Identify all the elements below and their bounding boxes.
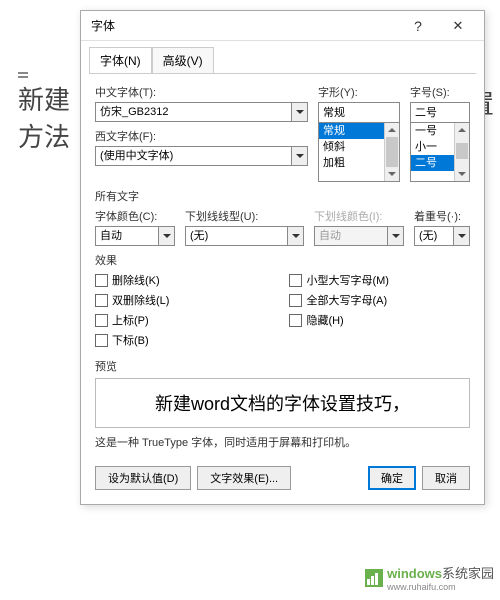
style-input[interactable] <box>318 102 400 122</box>
emphasis-value: (无) <box>415 227 453 245</box>
tab-advanced-label: 高级(V) <box>163 54 203 68</box>
titlebar: 字体 ? ✕ <box>81 11 484 41</box>
checkbox-box <box>95 334 108 347</box>
chevron-down-icon[interactable] <box>453 227 469 245</box>
ok-button[interactable]: 确定 <box>368 466 416 490</box>
ok-label: 确定 <box>381 470 403 486</box>
chevron-down-icon[interactable] <box>291 103 307 121</box>
font-section: 中文字体(T): 仿宋_GB2312 西文字体(F): (使用中文字体) 字形(… <box>81 74 484 456</box>
west-font-combo[interactable]: (使用中文字体) <box>95 146 308 166</box>
hidden-label: 隐藏(H) <box>306 312 343 328</box>
cn-font-value: 仿宋_GB2312 <box>96 103 291 121</box>
checkbox-box <box>289 294 302 307</box>
size-value[interactable] <box>411 103 500 122</box>
all-text-label: 所有文字 <box>95 188 470 204</box>
subscript-label: 下标(B) <box>112 332 149 348</box>
help-button[interactable]: ? <box>398 12 438 40</box>
tab-bar: 字体(N) 高级(V) <box>81 41 484 73</box>
watermark-brand: windows <box>387 566 442 581</box>
scroll-thumb[interactable] <box>386 137 398 167</box>
font-color-combo[interactable]: 自动 <box>95 226 175 246</box>
close-button[interactable]: ✕ <box>438 12 478 40</box>
underline-color-label: 下划线颜色(I): <box>314 208 404 224</box>
scrollbar[interactable] <box>454 123 469 181</box>
all-caps-label: 全部大写字母(A) <box>306 292 387 308</box>
underline-label: 下划线线型(U): <box>185 208 304 224</box>
watermark-url: www.ruhaifu.com <box>387 582 494 592</box>
superscript-checkbox[interactable]: 上标(P) <box>95 312 169 328</box>
cn-font-label: 中文字体(T): <box>95 84 308 100</box>
effects-label: 效果 <box>95 252 470 268</box>
dialog-footer: 设为默认值(D) 文字效果(E)... 确定 取消 <box>81 456 484 504</box>
text-effects-button[interactable]: 文字效果(E)... <box>197 466 291 490</box>
document-background-text: 新建 方法 <box>18 82 70 157</box>
scrollbar[interactable] <box>384 123 399 181</box>
cancel-label: 取消 <box>435 470 457 486</box>
tab-advanced[interactable]: 高级(V) <box>152 47 214 73</box>
dbl-strike-checkbox[interactable]: 双删除线(L) <box>95 292 169 308</box>
scroll-up-icon[interactable] <box>385 123 399 137</box>
watermark: windows系统家园 www.ruhaifu.com <box>365 563 494 592</box>
checkbox-box <box>95 314 108 327</box>
chevron-down-icon[interactable] <box>291 147 307 165</box>
style-listbox[interactable]: 常规 倾斜 加粗 <box>318 122 400 182</box>
underline-value: (无) <box>186 227 287 245</box>
all-caps-checkbox[interactable]: 全部大写字母(A) <box>289 292 389 308</box>
strike-checkbox[interactable]: 删除线(K) <box>95 272 169 288</box>
emphasis-label: 着重号(·): <box>414 208 470 224</box>
size-listbox[interactable]: 一号 小一 二号 <box>410 122 470 182</box>
size-input[interactable] <box>410 102 470 122</box>
checkbox-box <box>95 294 108 307</box>
chevron-down-icon[interactable] <box>287 227 303 245</box>
subscript-checkbox[interactable]: 下标(B) <box>95 332 169 348</box>
preview-box: 新建word文档的字体设置技巧， <box>95 378 470 428</box>
superscript-label: 上标(P) <box>112 312 149 328</box>
style-label: 字形(Y): <box>318 84 400 100</box>
font-dialog: 字体 ? ✕ 字体(N) 高级(V) 中文字体(T): 仿宋_GB2312 西文… <box>80 10 485 505</box>
scroll-up-icon[interactable] <box>455 123 469 137</box>
text-effects-label: 文字效果(E)... <box>210 470 278 486</box>
windows-logo-icon <box>365 569 383 587</box>
font-color-value: 自动 <box>96 227 158 245</box>
west-font-label: 西文字体(F): <box>95 128 308 144</box>
tab-font[interactable]: 字体(N) <box>89 47 152 73</box>
underline-color-value: 自动 <box>315 227 387 245</box>
tab-font-label: 字体(N) <box>100 54 141 68</box>
preview-description: 这是一种 TrueType 字体，同时适用于屏幕和打印机。 <box>95 434 470 450</box>
strike-label: 删除线(K) <box>112 272 160 288</box>
watermark-suffix: 系统家园 <box>442 566 494 581</box>
preview-text: 新建word文档的字体设置技巧， <box>155 390 410 416</box>
small-caps-label: 小型大写字母(M) <box>306 272 389 288</box>
cancel-button[interactable]: 取消 <box>422 466 470 490</box>
chevron-down-icon[interactable] <box>158 227 174 245</box>
west-font-value: (使用中文字体) <box>96 147 291 165</box>
set-default-button[interactable]: 设为默认值(D) <box>95 466 191 490</box>
watermark-text: windows系统家园 www.ruhaifu.com <box>387 563 494 592</box>
scroll-down-icon[interactable] <box>455 167 469 181</box>
preview-label: 预览 <box>95 358 470 374</box>
bg-line1: 新建 <box>18 85 70 115</box>
small-caps-checkbox[interactable]: 小型大写字母(M) <box>289 272 389 288</box>
insertion-cursor <box>18 72 28 74</box>
checkbox-box <box>95 274 108 287</box>
underline-combo[interactable]: (无) <box>185 226 304 246</box>
bg-line2: 方法 <box>18 122 70 152</box>
checkbox-box <box>289 314 302 327</box>
emphasis-combo[interactable]: (无) <box>414 226 470 246</box>
dialog-title: 字体 <box>91 17 398 34</box>
set-default-label: 设为默认值(D) <box>108 470 178 486</box>
size-label: 字号(S): <box>410 84 470 100</box>
font-color-label: 字体颜色(C): <box>95 208 175 224</box>
checkbox-box <box>289 274 302 287</box>
underline-color-combo: 自动 <box>314 226 404 246</box>
hidden-checkbox[interactable]: 隐藏(H) <box>289 312 389 328</box>
scroll-thumb[interactable] <box>456 143 468 159</box>
chevron-down-icon <box>387 227 403 245</box>
cn-font-combo[interactable]: 仿宋_GB2312 <box>95 102 308 122</box>
scroll-down-icon[interactable] <box>385 167 399 181</box>
dbl-strike-label: 双删除线(L) <box>112 292 169 308</box>
